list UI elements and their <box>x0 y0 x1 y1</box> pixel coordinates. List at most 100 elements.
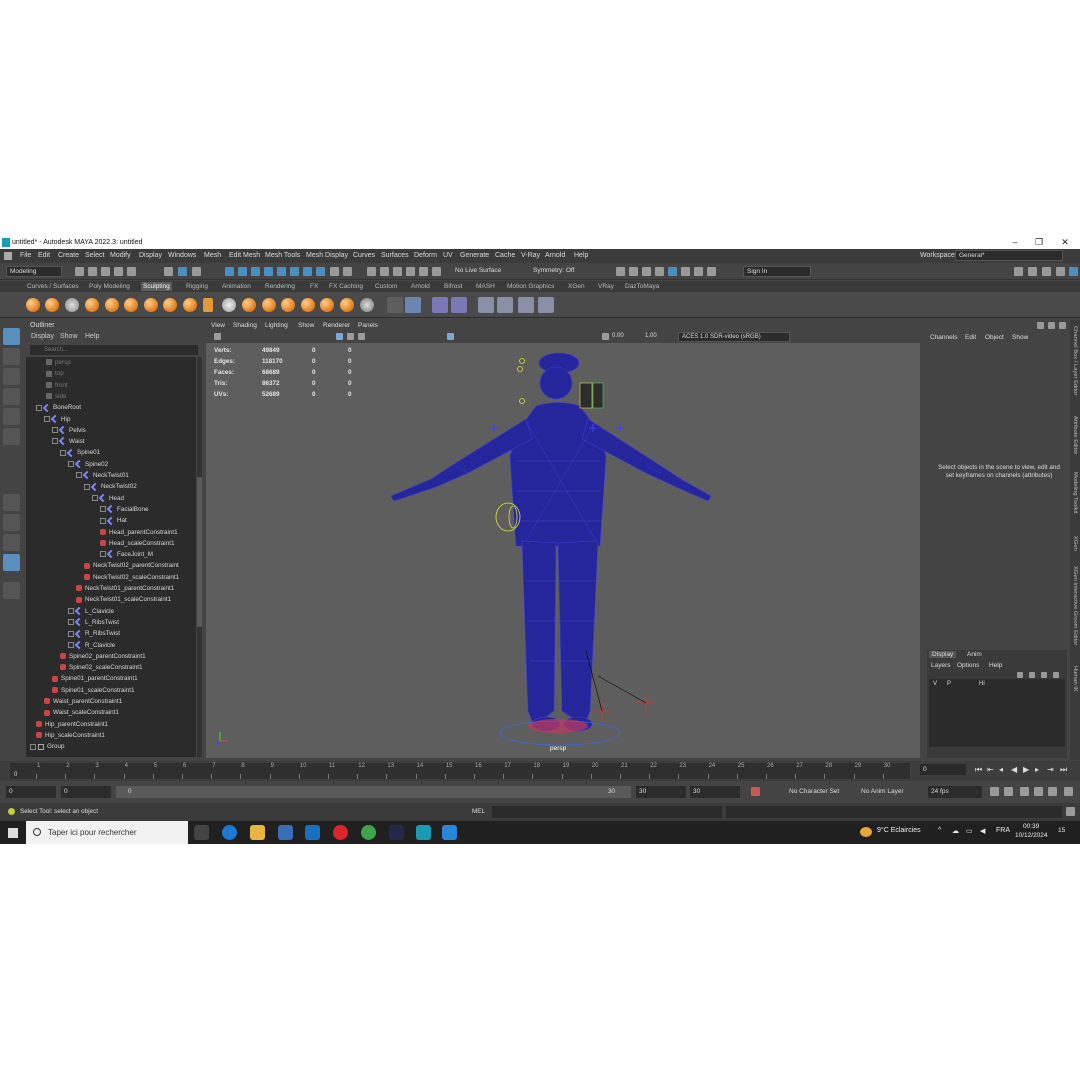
shelf-tab-animation[interactable]: Animation <box>220 282 253 291</box>
menu-arnold[interactable]: Arnold <box>545 252 565 259</box>
outliner-node[interactable]: NeckTwist01_parentConstraint1 <box>76 583 174 594</box>
workspace-dropdown[interactable]: General* <box>955 250 1063 261</box>
go-to-end-icon[interactable]: ⏭ <box>1060 765 1068 774</box>
windows-start-icon[interactable] <box>8 828 18 838</box>
channel-menu-show[interactable]: Show <box>1012 334 1028 341</box>
blend-tool-icon[interactable] <box>360 298 374 312</box>
shelf-tab-daztomaya[interactable]: DazToMaya <box>623 282 661 291</box>
menu-file[interactable]: File <box>20 252 31 259</box>
outliner-node[interactable]: Spine01 <box>60 447 100 458</box>
layout-single-icon[interactable] <box>1028 267 1037 276</box>
expand-toggle-icon[interactable] <box>52 438 58 445</box>
move-layer-down-icon[interactable] <box>1029 672 1035 678</box>
volume-icon[interactable]: ◀ <box>980 827 985 835</box>
imprint-tool-icon[interactable] <box>203 298 213 312</box>
transfer-mask-icon[interactable] <box>497 297 513 313</box>
sculpt-tool-icon[interactable] <box>26 298 40 312</box>
new-layer-selected-icon[interactable] <box>1053 672 1059 678</box>
outliner-node[interactable]: BoneRoot <box>36 402 81 413</box>
snap-live-icon[interactable] <box>290 267 299 276</box>
expand-toggle-icon[interactable] <box>52 427 58 434</box>
outlook-icon[interactable] <box>305 825 320 840</box>
chrome-icon[interactable] <box>361 825 376 840</box>
menu-uv[interactable]: UV <box>443 252 453 259</box>
smooth-tool-icon[interactable] <box>45 298 59 312</box>
loop-icon[interactable] <box>990 787 999 796</box>
snap-vertex-icon[interactable] <box>316 267 325 276</box>
bulge-tool-icon[interactable] <box>320 298 334 312</box>
new-scene-icon[interactable] <box>75 267 84 276</box>
side-tab-modeling-toolkit[interactable]: Modeling Toolkit <box>1072 472 1078 513</box>
outliner-node[interactable]: L_Clavicle <box>68 606 114 617</box>
vray-render-icon[interactable] <box>681 267 690 276</box>
outliner-node[interactable]: FacialBone <box>100 504 149 515</box>
search-icon[interactable] <box>3 582 20 599</box>
step-forward-key-icon[interactable]: ⇥ <box>1047 765 1055 774</box>
live-surface-field[interactable]: No Live Surface <box>452 266 517 277</box>
menu-windows[interactable]: Windows <box>168 252 196 259</box>
lasso-tool-icon[interactable] <box>3 348 20 365</box>
sculpt-layer-icon[interactable] <box>518 297 534 313</box>
side-tab-attribute-editor[interactable]: Attribute Editor <box>1072 416 1078 454</box>
home-icon[interactable] <box>4 252 12 260</box>
outliner-node[interactable]: front <box>46 380 68 391</box>
outliner-node[interactable]: Spine02 <box>68 459 108 470</box>
outliner-node[interactable]: NeckTwist01 <box>76 470 129 481</box>
menu-edit-mesh[interactable]: Edit Mesh <box>229 252 260 259</box>
time-ruler[interactable]: 1 2 3 4 5 6 7 8 9 10 11 12 13 14 15 16 17 18 19 20 21 22 23 24 2… <box>10 763 910 779</box>
outliner-node[interactable]: R_RibsTwist <box>68 628 120 639</box>
shelf-tab-bifrost[interactable]: Bifrost <box>442 282 464 291</box>
outliner-node[interactable]: NeckTwist01_scaleConstraint1 <box>76 594 171 605</box>
unmask-tool-icon[interactable] <box>451 297 467 313</box>
play-forwards-icon[interactable]: ▶ <box>1023 765 1031 774</box>
fill-tool-icon[interactable] <box>262 298 276 312</box>
command-input[interactable] <box>492 806 722 818</box>
outliner-node[interactable]: Pelvis <box>52 425 86 436</box>
scale-tool-icon[interactable] <box>3 428 20 445</box>
select-objects-icon[interactable] <box>178 267 187 276</box>
outliner-node[interactable]: L_RibsTwist <box>68 617 119 628</box>
select-tool-icon[interactable] <box>3 328 20 345</box>
snap-point-icon[interactable] <box>251 267 260 276</box>
file-explorer-icon[interactable] <box>250 825 265 840</box>
expand-toggle-icon[interactable] <box>68 461 74 468</box>
amplify-tool-icon[interactable] <box>340 298 354 312</box>
snap-surface-icon[interactable] <box>277 267 286 276</box>
snap-view-icon[interactable] <box>264 267 273 276</box>
outliner-search-input[interactable]: Search... <box>30 345 198 355</box>
shelf-tab-custom[interactable]: Custom <box>373 282 399 291</box>
store-icon[interactable] <box>278 825 293 840</box>
layer-row[interactable]: V P Hi <box>929 681 1065 690</box>
input-ops-icon[interactable] <box>380 267 389 276</box>
expand-toggle-icon[interactable] <box>36 404 42 411</box>
knife-tool-icon[interactable] <box>281 298 295 312</box>
menu-mesh[interactable]: Mesh <box>204 252 221 259</box>
timeline-settings-icon[interactable] <box>1048 787 1057 796</box>
layer-menu-options[interactable]: Options <box>957 662 979 669</box>
pen-app-icon[interactable] <box>442 825 457 840</box>
side-tab-channel-box[interactable]: Channel Box / Layer Editor <box>1072 326 1078 395</box>
rotate-tool-icon[interactable] <box>3 408 20 425</box>
outliner-node[interactable]: NeckTwist02_scaleConstraint1 <box>84 572 179 583</box>
anim-start-field[interactable]: 0 <box>61 786 111 798</box>
select-components-icon[interactable] <box>192 267 201 276</box>
restore-button[interactable]: ❐ <box>1032 237 1046 248</box>
script-editor-icon[interactable] <box>1066 807 1075 816</box>
render-frame-icon[interactable] <box>629 267 638 276</box>
convert-freeze-icon[interactable] <box>405 297 421 313</box>
menu-help[interactable]: Help <box>574 252 588 259</box>
outliner-node[interactable]: NeckTwist02_parentConstraint <box>84 560 179 571</box>
foamy-tool-icon[interactable] <box>144 298 158 312</box>
outliner-node[interactable]: Spine01_parentConstraint1 <box>52 673 138 684</box>
menu-cache[interactable]: Cache <box>495 252 515 259</box>
outliner-layout-icon[interactable] <box>3 554 20 571</box>
taskbar-search-input[interactable]: Taper ici pour rechercher <box>26 821 188 844</box>
scene-start-field[interactable]: 0 <box>6 786 56 798</box>
step-back-frame-icon[interactable]: ◂ <box>999 765 1007 774</box>
menu-deform[interactable]: Deform <box>414 252 437 259</box>
expand-toggle-icon[interactable] <box>100 506 106 513</box>
snap-curve-icon[interactable] <box>238 267 247 276</box>
menu-create[interactable]: Create <box>58 252 79 259</box>
render-history-icon[interactable] <box>406 267 415 276</box>
expand-toggle-icon[interactable] <box>60 449 66 456</box>
